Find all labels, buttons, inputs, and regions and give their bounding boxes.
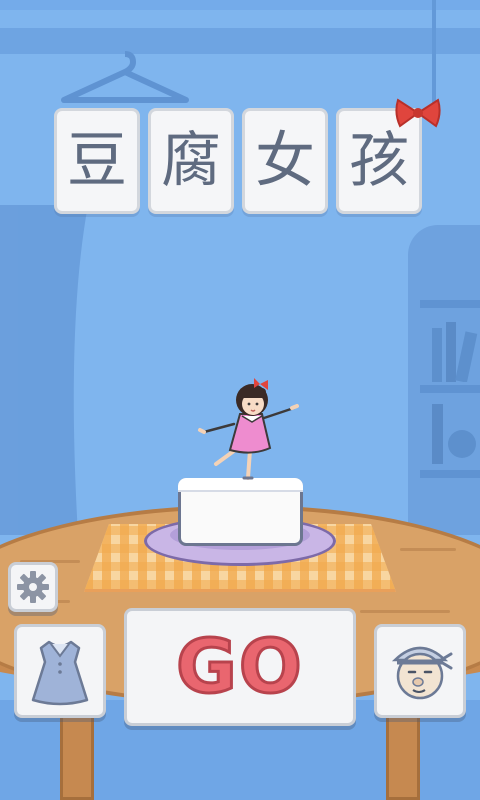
books-icon bbox=[432, 404, 476, 464]
dress-icon bbox=[31, 640, 89, 706]
title-char-2: 腐 bbox=[161, 126, 221, 196]
character-button[interactable] bbox=[374, 624, 466, 718]
go-button-label: GO bbox=[175, 623, 304, 712]
tofu-girl-character bbox=[198, 378, 299, 480]
title-char-4: 孩 bbox=[349, 126, 409, 196]
title-tile-2: 腐 bbox=[148, 108, 234, 214]
title-char-1: 豆 bbox=[67, 126, 127, 196]
books-icon bbox=[432, 322, 478, 382]
curtain bbox=[18, 205, 88, 535]
wardrobe-button[interactable] bbox=[14, 624, 106, 718]
gear-icon bbox=[17, 571, 49, 603]
wood-grain bbox=[400, 548, 456, 551]
title-char-3: 女 bbox=[255, 126, 315, 196]
title-tile-1: 豆 bbox=[54, 108, 140, 214]
coat-hanger-icon bbox=[61, 51, 189, 103]
red-bow-icon bbox=[395, 98, 441, 128]
settings-button[interactable] bbox=[8, 562, 58, 612]
ceiling-trim bbox=[0, 0, 480, 10]
shelf-board bbox=[420, 470, 480, 478]
title-tile-3: 女 bbox=[242, 108, 328, 214]
go-button[interactable]: GO bbox=[124, 608, 356, 726]
wood-grain bbox=[360, 610, 450, 613]
shelf-board bbox=[420, 300, 480, 308]
shelf-board bbox=[420, 385, 480, 393]
old-man-face-icon bbox=[391, 646, 453, 700]
